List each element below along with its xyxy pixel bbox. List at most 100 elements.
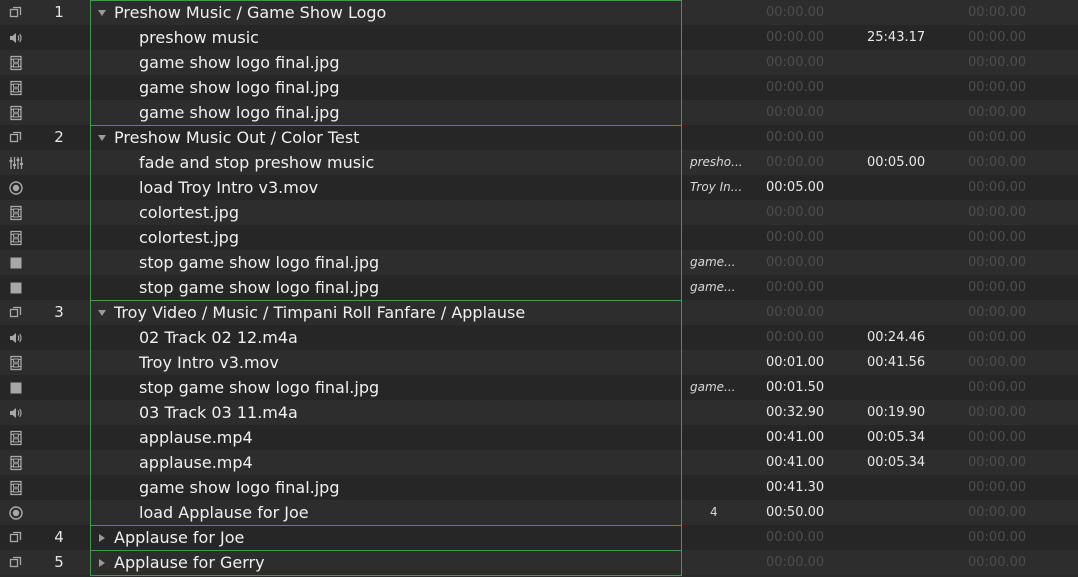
action-duration	[867, 125, 947, 150]
action-duration	[867, 0, 947, 25]
disclosure-collapsed-icon[interactable]	[96, 550, 108, 575]
speaker-icon	[6, 325, 26, 350]
group-cue-row[interactable]: 3 Troy Video / Music / Timpani Roll Fanfa…	[0, 300, 1078, 325]
cue-name: colortest.jpg	[139, 228, 239, 247]
cue-name-cell: applause.mp4	[91, 425, 681, 450]
post-wait: 00:00.00	[968, 130, 1027, 145]
cue-number: 3	[54, 303, 64, 321]
cue-name-cell: fade and stop preshow music	[91, 150, 681, 175]
cue-name-cell: applause.mp4	[91, 450, 681, 475]
cue-row[interactable]: colortest.jpg 00:00.00 00:00.00	[0, 225, 1078, 250]
cue-name-cell: stop game show logo final.jpg	[91, 375, 681, 400]
cue-row[interactable]: game show logo final.jpg 00:41.30 00:00.00	[0, 475, 1078, 500]
pre-wait: 00:00.00	[766, 5, 825, 20]
cue-number	[44, 500, 74, 525]
pre-wait: 00:05.00	[766, 180, 825, 195]
cue-number	[44, 100, 74, 125]
pre-wait: 00:32.90	[766, 405, 825, 420]
cue-name-cell: game show logo final.jpg	[91, 75, 681, 100]
post-wait: 00:00.00	[968, 205, 1027, 220]
cue-row[interactable]: game show logo final.jpg 00:00.00 00:00.00	[0, 100, 1078, 125]
pre-wait: 00:00.00	[766, 130, 825, 145]
cue-row[interactable]: stop game show logo final.jpg game... 00:0…	[0, 375, 1078, 400]
cue-target	[690, 450, 750, 475]
pre-wait: 00:41.00	[766, 430, 825, 445]
action-duration	[867, 500, 947, 525]
film-icon	[6, 200, 26, 225]
cue-row[interactable]: fade and stop preshow music presho... 00:0…	[0, 150, 1078, 175]
pre-wait: 00:00.00	[766, 530, 825, 545]
speaker-icon	[6, 400, 26, 425]
cue-name: applause.mp4	[139, 453, 253, 472]
cue-name: Applause for Gerry	[114, 553, 265, 572]
cue-target: presho...	[690, 155, 743, 169]
cue-row[interactable]: Troy Intro v3.mov 00:01.00 00:41.56 00:00.0…	[0, 350, 1078, 375]
cue-target	[690, 200, 750, 225]
pre-wait: 00:00.00	[766, 155, 825, 170]
target-icon	[6, 175, 26, 200]
group-cue-row[interactable]: 1 Preshow Music / Game Show Logo 00:00.00 0…	[0, 0, 1078, 25]
pre-wait: 00:00.00	[766, 230, 825, 245]
cue-name-cell: stop game show logo final.jpg	[91, 275, 681, 300]
cue-number	[44, 225, 74, 250]
cue-row[interactable]: applause.mp4 00:41.00 00:05.34 00:00.00	[0, 425, 1078, 450]
cue-row[interactable]: preshow music 00:00.00 25:43.17 00:00.00	[0, 25, 1078, 50]
action-duration	[867, 50, 947, 75]
cue-target	[690, 300, 750, 325]
cue-target	[690, 350, 750, 375]
post-wait: 00:00.00	[968, 155, 1027, 170]
cue-name-cell: game show logo final.jpg	[91, 50, 681, 75]
post-wait: 00:00.00	[968, 555, 1027, 570]
cue-name-cell: Applause for Gerry	[91, 550, 681, 575]
action-duration	[867, 375, 947, 400]
group-cue-row[interactable]: 5 Applause for Gerry 00:00.00 00:00.00	[0, 550, 1078, 575]
cue-row[interactable]: game show logo final.jpg 00:00.00 00:00.00	[0, 50, 1078, 75]
film-icon	[6, 100, 26, 125]
cue-number	[44, 425, 74, 450]
cue-name-cell: stop game show logo final.jpg	[91, 250, 681, 275]
action-duration	[867, 250, 947, 275]
post-wait: 00:00.00	[968, 480, 1027, 495]
cue-name: 02 Track 02 12.m4a	[139, 328, 298, 347]
cue-row[interactable]: load Troy Intro v3.mov Troy In... 00:05.00…	[0, 175, 1078, 200]
post-wait: 00:00.00	[968, 255, 1027, 270]
disclosure-expanded-icon[interactable]	[96, 300, 108, 325]
cue-target	[690, 425, 750, 450]
disclosure-collapsed-icon[interactable]	[96, 525, 108, 550]
cue-row[interactable]: 03 Track 03 11.m4a 00:32.90 00:19.90 00:00.…	[0, 400, 1078, 425]
stop-square-icon	[6, 275, 26, 300]
cue-name: preshow music	[139, 28, 259, 47]
cue-row[interactable]: game show logo final.jpg 00:00.00 00:00.00	[0, 75, 1078, 100]
speaker-icon	[6, 25, 26, 50]
action-duration: 00:05.34	[867, 430, 926, 445]
group-cue-row[interactable]: 4 Applause for Joe 00:00.00 00:00.00	[0, 525, 1078, 550]
cue-target	[690, 550, 750, 575]
cue-row[interactable]: load Applause for Joe 4 00:50.00 00:00.00	[0, 500, 1078, 525]
disclosure-expanded-icon[interactable]	[96, 125, 108, 150]
film-icon	[6, 350, 26, 375]
cue-name-cell: Applause for Joe	[91, 525, 681, 550]
cue-target	[690, 225, 750, 250]
cue-target	[690, 25, 750, 50]
cue-target: game...	[690, 380, 736, 394]
group-cue-row[interactable]: 2 Preshow Music Out / Color Test 00:00.00 0…	[0, 125, 1078, 150]
post-wait: 00:00.00	[968, 405, 1027, 420]
post-wait: 00:00.00	[968, 55, 1027, 70]
cue-row[interactable]: colortest.jpg 00:00.00 00:00.00	[0, 200, 1078, 225]
action-duration: 00:19.90	[867, 405, 926, 420]
cue-name: game show logo final.jpg	[139, 478, 340, 497]
action-duration	[867, 275, 947, 300]
action-duration: 25:43.17	[867, 30, 926, 45]
cue-row[interactable]: 02 Track 02 12.m4a 00:00.00 00:24.46 00:00.…	[0, 325, 1078, 350]
film-icon	[6, 75, 26, 100]
cue-name: Preshow Music Out / Color Test	[114, 128, 360, 147]
film-icon	[6, 225, 26, 250]
pre-wait: 00:00.00	[766, 330, 825, 345]
cue-row[interactable]: stop game show logo final.jpg game... 00:0…	[0, 275, 1078, 300]
cue-row[interactable]: applause.mp4 00:41.00 00:05.34 00:00.00	[0, 450, 1078, 475]
cue-name: Applause for Joe	[114, 528, 245, 547]
pre-wait: 00:00.00	[766, 105, 825, 120]
cue-row[interactable]: stop game show logo final.jpg game... 00:0…	[0, 250, 1078, 275]
disclosure-expanded-icon[interactable]	[96, 0, 108, 25]
pre-wait: 00:00.00	[766, 255, 825, 270]
